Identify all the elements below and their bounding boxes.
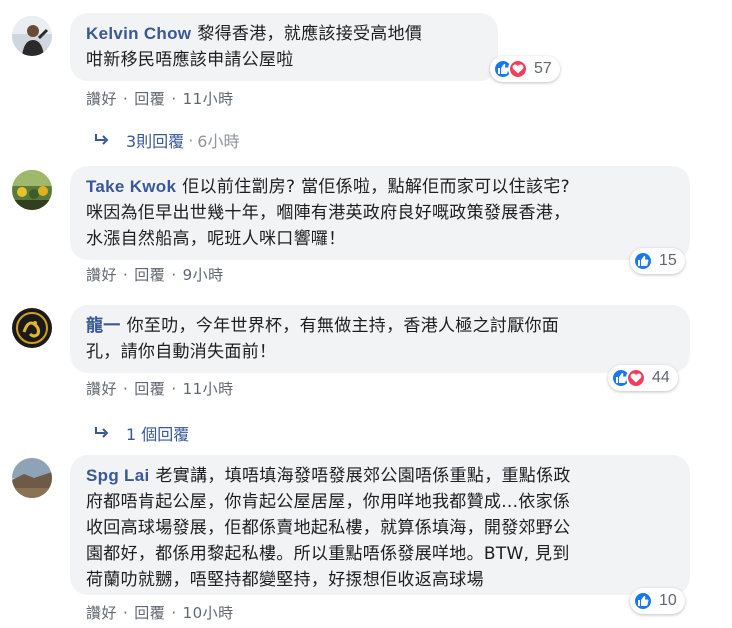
comment-text-line: 老實講，填唔填海發唔發展郊公園唔係重點，重點係政	[155, 466, 571, 486]
love-icon	[626, 368, 646, 388]
view-replies-link[interactable]: 1 個回覆	[94, 421, 189, 445]
reply-link[interactable]: 回覆	[134, 604, 165, 622]
reply-link[interactable]: 回覆	[134, 90, 165, 108]
view-replies-link[interactable]: 3則回覆 · 6小時	[94, 128, 239, 152]
comment-text-line: 孔，請你自動消失面前！	[86, 342, 277, 362]
reply-link[interactable]: 回覆	[134, 266, 165, 284]
comment-text-line: 府都唔肯起公屋，你肯起公屋居屋，你用咩地我都贊成...依家係	[86, 492, 571, 512]
comment-text-line: 佢以前住劏房? 當佢係啦，點解佢而家可以住該宅?	[182, 177, 570, 197]
reaction-summary[interactable]: 10	[630, 588, 685, 614]
reaction-summary[interactable]: 15	[630, 248, 685, 274]
comment-actions: 讚好 · 回覆 · 11小時	[86, 88, 234, 109]
separator: ·	[171, 90, 177, 108]
comment-text-line: 收回高球場發展，佢都係賣地起私樓，就算係填海，開發郊野公	[86, 518, 571, 538]
comment-bubble: Spg Lai 老實講，填唔填海發唔發展郊公園唔係重點，重點係政 府都唔肯起公屋，…	[70, 455, 690, 595]
comment-bubble: 龍一 你至叻，今年世界杯，有無做主持，香港人極之討厭你面 孔，請你自動消失面前！	[70, 305, 690, 373]
timestamp[interactable]: 9小時	[183, 266, 224, 284]
comment-text-line: 園都好，都係用黎起私樓。所以重點唔係發展咩地。BTW, 見到	[86, 544, 570, 564]
reaction-count: 44	[652, 369, 670, 386]
avatar[interactable]	[12, 458, 52, 498]
comment-actions: 讚好 · 回覆 · 10小時	[86, 602, 234, 623]
comment-text-line: 水漲自然船高，呢班人咪口響囉！	[86, 229, 346, 249]
separator: ·	[123, 380, 129, 398]
comment-author[interactable]: Kelvin Chow	[86, 24, 191, 43]
reaction-count: 10	[659, 592, 677, 609]
reply-link[interactable]: 回覆	[134, 380, 165, 398]
comment-actions: 讚好 · 回覆 · 11小時	[86, 378, 234, 399]
comment-author[interactable]: Take Kwok	[86, 177, 176, 196]
comment-author[interactable]: Spg Lai	[86, 466, 150, 485]
separator: ·	[171, 266, 177, 284]
like-link[interactable]: 讚好	[86, 90, 117, 108]
reply-count[interactable]: 3則回覆	[126, 128, 184, 152]
reaction-summary[interactable]: 57	[490, 56, 560, 82]
comment-text-line: 咪因為佢早出世幾十年，嗰陣有港英政府良好嘅政策發展香港，	[86, 203, 571, 223]
separator: ·	[123, 90, 129, 108]
timestamp[interactable]: 11小時	[183, 380, 234, 398]
reaction-summary[interactable]: 44	[608, 365, 678, 391]
like-link[interactable]: 讚好	[86, 266, 117, 284]
separator: ·	[171, 380, 177, 398]
comment-bubble: Kelvin Chow 黎得香港，就應該接受高地價 咁新移民唔應該申請公屋啦	[70, 13, 498, 81]
comment-author[interactable]: 龍一	[86, 316, 121, 336]
reply-arrow-icon	[94, 424, 110, 443]
avatar[interactable]	[12, 308, 52, 348]
reaction-count: 15	[659, 252, 677, 269]
reply-count[interactable]: 1 個回覆	[126, 421, 189, 445]
comment-text-line: 你至叻，今年世界杯，有無做主持，香港人極之討厭你面	[126, 316, 560, 336]
like-link[interactable]: 讚好	[86, 380, 117, 398]
comment-text-line: 黎得香港，就應該接受高地價	[197, 24, 423, 44]
separator: ·	[123, 604, 129, 622]
separator: ·	[188, 130, 194, 150]
love-icon	[508, 59, 528, 79]
avatar[interactable]	[12, 16, 52, 56]
comment-text-line: 荷蘭叻就嬲，唔堅持都變堅持，好揼想佢收返高球場	[86, 570, 484, 590]
timestamp[interactable]: 11小時	[183, 90, 234, 108]
separator: ·	[123, 266, 129, 284]
reaction-count: 57	[534, 60, 552, 77]
timestamp[interactable]: 10小時	[183, 604, 234, 622]
comment-text-line: 咁新移民唔應該申請公屋啦	[86, 50, 294, 70]
reply-time: 6小時	[197, 132, 240, 151]
like-icon	[633, 251, 653, 271]
comment-bubble: Take Kwok 佢以前住劏房? 當佢係啦，點解佢而家可以住該宅? 咪因為佢早出…	[70, 166, 690, 260]
separator: ·	[171, 604, 177, 622]
like-link[interactable]: 讚好	[86, 604, 117, 622]
like-icon	[633, 591, 653, 611]
comment-actions: 讚好 · 回覆 · 9小時	[86, 264, 224, 285]
reply-arrow-icon	[94, 131, 110, 150]
avatar[interactable]	[12, 170, 52, 210]
